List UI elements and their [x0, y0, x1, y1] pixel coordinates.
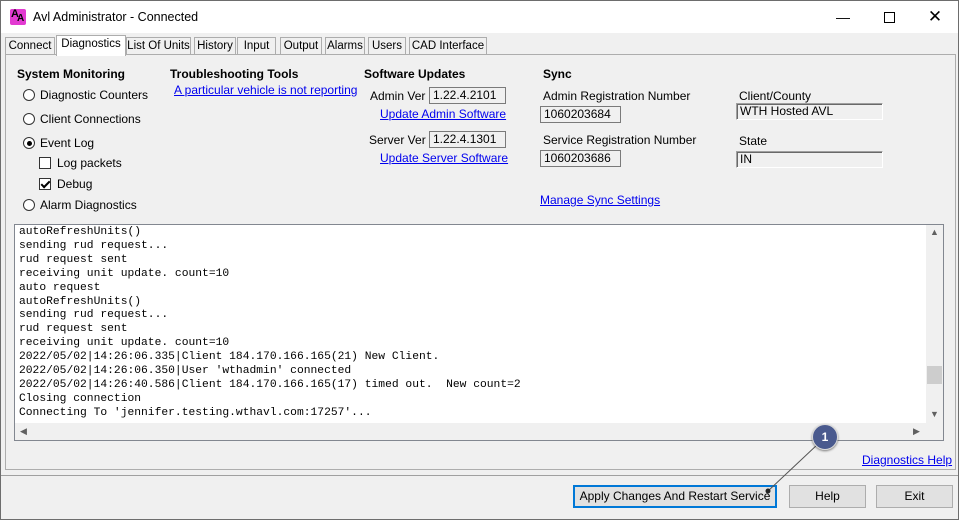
- tab-history[interactable]: History: [194, 37, 236, 55]
- client-connections-radio[interactable]: [23, 113, 35, 125]
- admin-ver-field: 1.22.4.2101: [429, 87, 506, 104]
- sync-header: Sync: [543, 67, 572, 81]
- exit-button[interactable]: Exit: [876, 485, 953, 508]
- tab-input[interactable]: Input: [237, 37, 276, 55]
- client-county-label: Client/County: [739, 89, 812, 103]
- tab-alarms[interactable]: Alarms: [325, 37, 365, 55]
- log-line: auto request: [19, 281, 101, 294]
- event-log-text: autoRefreshUnits() sending rud request...…: [19, 226, 914, 421]
- state-label: State: [739, 134, 768, 148]
- system-monitoring-header: System Monitoring: [17, 67, 126, 81]
- client-county-field: WTH Hosted AVL: [736, 103, 883, 120]
- event-log-radio[interactable]: [23, 137, 35, 149]
- scrollbar-corner: [926, 423, 943, 440]
- log-line: receiving unit update. count=10: [19, 267, 230, 280]
- admin-ver-label: Admin Ver: [370, 89, 426, 103]
- tab-cad-interface[interactable]: CAD Interface: [409, 37, 487, 55]
- tab-list-of-units[interactable]: List Of Units: [126, 37, 191, 55]
- tab-strip: Connect Diagnostics List Of Units Histor…: [5, 35, 955, 56]
- log-line: sending rud request...: [19, 239, 169, 252]
- scroll-down-icon[interactable]: ▼: [926, 409, 943, 419]
- log-line: rud request sent: [19, 253, 128, 266]
- log-line: rud request sent: [19, 323, 128, 336]
- log-line: 2022/05/02|14:26:06.335|Client 184.170.1…: [19, 351, 440, 364]
- tab-output[interactable]: Output: [280, 37, 322, 55]
- update-server-software-link[interactable]: Update Server Software: [380, 151, 508, 165]
- window-title: Avl Administrator - Connected: [33, 10, 199, 24]
- help-button[interactable]: Help: [789, 485, 866, 508]
- update-admin-software-link[interactable]: Update Admin Software: [380, 107, 506, 121]
- event-log-label[interactable]: Event Log: [40, 136, 94, 150]
- scroll-right-icon[interactable]: ▶: [908, 426, 925, 437]
- log-line: autoRefreshUnits(): [19, 226, 142, 238]
- state-field: IN: [736, 151, 883, 168]
- alarm-diagnostics-label[interactable]: Alarm Diagnostics: [40, 198, 137, 212]
- tab-diagnostics[interactable]: Diagnostics: [56, 35, 126, 56]
- horizontal-scrollbar[interactable]: ◀ ▶: [15, 423, 926, 440]
- title-bar[interactable]: Avl Administrator - Connected — ✕: [1, 1, 958, 33]
- service-registration-label: Service Registration Number: [543, 133, 697, 147]
- admin-registration-label: Admin Registration Number: [543, 89, 691, 103]
- tab-users[interactable]: Users: [368, 37, 406, 55]
- tab-connect[interactable]: Connect: [5, 37, 55, 55]
- log-packets-checkbox[interactable]: [39, 157, 51, 169]
- log-line: sending rud request...: [19, 309, 169, 322]
- manage-sync-settings-link[interactable]: Manage Sync Settings: [540, 193, 660, 207]
- maximize-button[interactable]: [866, 1, 912, 33]
- alarm-diagnostics-radio[interactable]: [23, 199, 35, 211]
- client-connections-label[interactable]: Client Connections: [40, 112, 141, 126]
- callout-badge: 1: [812, 424, 838, 450]
- server-ver-label: Server Ver: [369, 133, 426, 147]
- vertical-scroll-thumb[interactable]: [927, 366, 942, 384]
- troubleshooting-tools-header: Troubleshooting Tools: [170, 67, 299, 81]
- log-line: 2022/05/02|14:26:06.350|User 'wthadmin' …: [19, 365, 352, 378]
- event-log-textbox[interactable]: autoRefreshUnits() sending rud request...…: [14, 224, 944, 441]
- scroll-up-icon[interactable]: ▲: [926, 227, 943, 237]
- app-logo-icon: [10, 8, 26, 25]
- debug-checkbox[interactable]: [39, 178, 51, 190]
- server-ver-field: 1.22.4.1301: [429, 131, 506, 148]
- close-button[interactable]: ✕: [912, 1, 958, 33]
- log-packets-label[interactable]: Log packets: [57, 156, 122, 170]
- footer-divider: [1, 475, 958, 476]
- vehicle-not-reporting-link[interactable]: A particular vehicle is not reporting: [174, 83, 357, 97]
- admin-registration-field: 1060203684: [540, 106, 621, 123]
- log-line: Closing connection: [19, 392, 142, 405]
- software-updates-header: Software Updates: [364, 67, 466, 81]
- log-line: 2022/05/02|14:26:40.586|Client 184.170.1…: [19, 378, 521, 391]
- diagnostic-counters-radio[interactable]: [23, 89, 35, 101]
- apply-restart-button[interactable]: Apply Changes And Restart Service: [573, 485, 777, 508]
- maximize-icon: [883, 11, 895, 23]
- debug-label[interactable]: Debug: [57, 177, 92, 191]
- scroll-left-icon[interactable]: ◀: [15, 426, 32, 437]
- diagnostic-counters-label[interactable]: Diagnostic Counters: [40, 88, 148, 102]
- minimize-button[interactable]: —: [820, 1, 866, 33]
- diagnostics-help-link[interactable]: Diagnostics Help: [862, 453, 952, 467]
- vertical-scrollbar[interactable]: ▲ ▼: [926, 225, 943, 423]
- service-registration-field: 1060203686: [540, 150, 621, 167]
- log-line: Connecting To 'jennifer.testing.wthavl.c…: [19, 406, 372, 419]
- log-line: autoRefreshUnits(): [19, 295, 142, 308]
- log-line: receiving unit update. count=10: [19, 337, 230, 350]
